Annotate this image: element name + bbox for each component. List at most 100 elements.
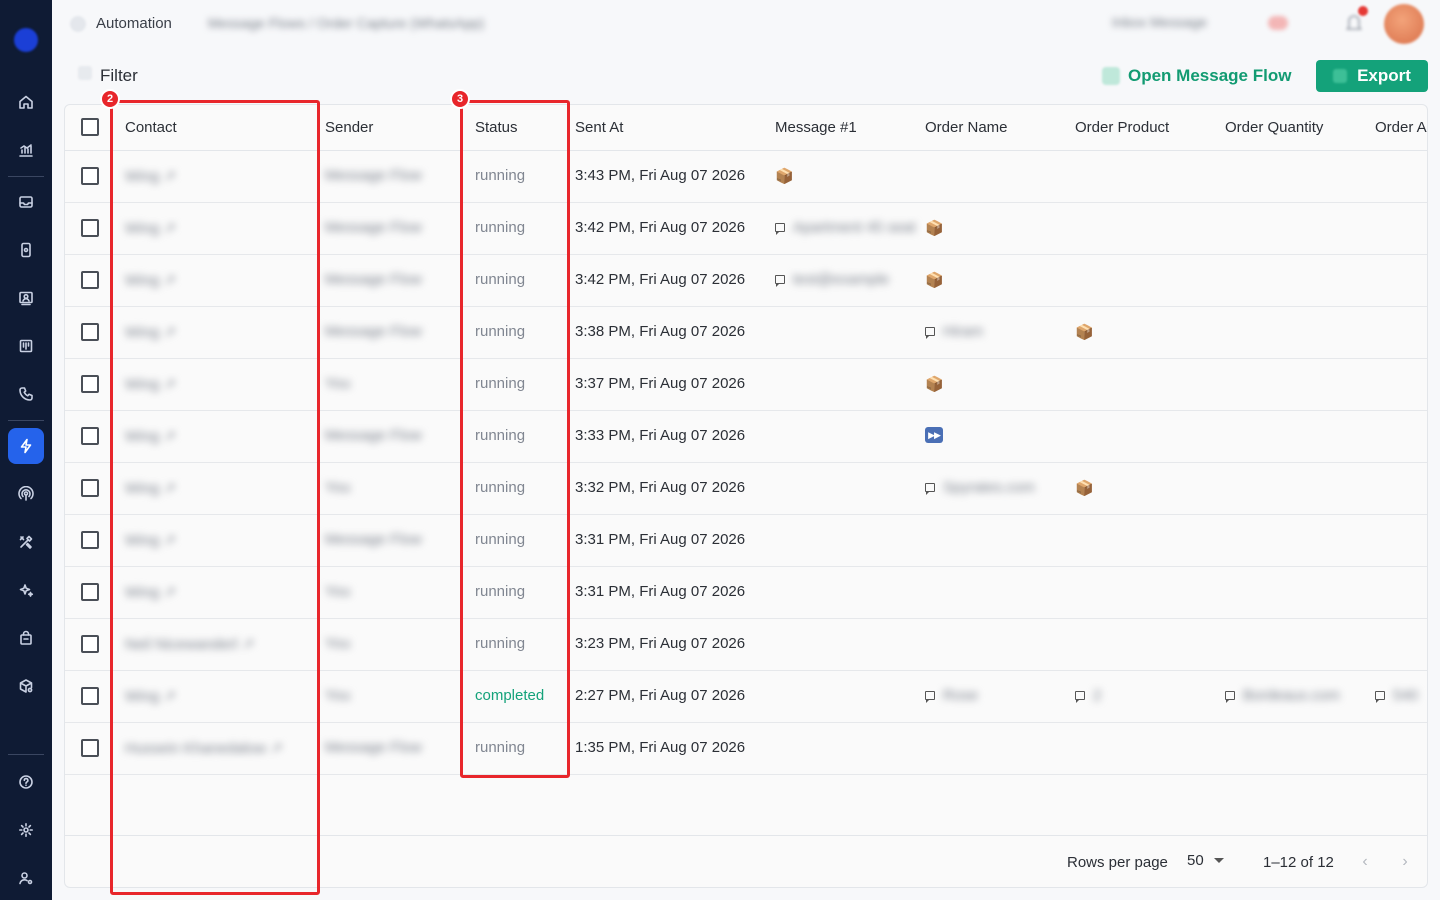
avatar[interactable] bbox=[1384, 4, 1424, 44]
row-checkbox[interactable] bbox=[81, 375, 99, 393]
row-checkbox[interactable] bbox=[81, 531, 99, 549]
broadcast-icon[interactable] bbox=[8, 476, 44, 512]
contact-cell[interactable]: Wing ↗ bbox=[125, 583, 176, 601]
board-icon[interactable] bbox=[8, 328, 44, 364]
column-header-order-name[interactable]: Order Name bbox=[925, 119, 1008, 136]
column-header-contact[interactable]: Contact bbox=[125, 119, 177, 136]
notification-badge bbox=[1358, 6, 1368, 16]
order-name-package-icon[interactable]: 📦 bbox=[925, 375, 944, 393]
table-row[interactable]: Wing ↗ Message Flow running 3:43 PM, Fri Au… bbox=[65, 151, 1427, 203]
table-row[interactable]: Wing ↗ Message Flow running 3:31 PM, Fri Au… bbox=[65, 515, 1427, 567]
table-row[interactable]: Neil Nicewanderl ↗ You running 3:23 PM, Fri… bbox=[65, 619, 1427, 671]
order-name-cell[interactable]: Spyrates.com bbox=[925, 479, 1035, 496]
breadcrumb-root[interactable]: Automation bbox=[96, 15, 172, 32]
table-row[interactable]: Wing ↗ You running 3:37 PM, Fri Aug 07 2026… bbox=[65, 359, 1427, 411]
column-header-sender[interactable]: Sender bbox=[325, 119, 373, 136]
export-button[interactable]: Export bbox=[1316, 60, 1428, 92]
row-checkbox[interactable] bbox=[81, 479, 99, 497]
select-all-checkbox[interactable] bbox=[81, 118, 99, 136]
home-icon[interactable] bbox=[8, 84, 44, 120]
contact-cell[interactable]: Wing ↗ bbox=[125, 271, 176, 289]
filter-button[interactable]: Filter bbox=[100, 66, 138, 86]
user-settings-icon[interactable] bbox=[8, 860, 44, 896]
app-logo[interactable] bbox=[14, 28, 38, 52]
row-checkbox[interactable] bbox=[81, 323, 99, 341]
row-checkbox[interactable] bbox=[81, 271, 99, 289]
row-checkbox[interactable] bbox=[81, 739, 99, 757]
table-row[interactable]: Hussein Khanedalow ↗ Message Flow running 1… bbox=[65, 723, 1427, 775]
mobile-icon[interactable] bbox=[8, 232, 44, 268]
message-1-package-icon[interactable]: 📦 bbox=[775, 167, 794, 185]
table-row[interactable]: Wing ↗ Message Flow running 3:33 PM, Fri Au… bbox=[65, 411, 1427, 463]
table-row[interactable]: Wing ↗ Message Flow running 3:38 PM, Fri Au… bbox=[65, 307, 1427, 359]
chevron-down-icon bbox=[1213, 858, 1224, 863]
sender-cell: You bbox=[325, 479, 351, 496]
contact-cell[interactable]: Hussein Khanedalow ↗ bbox=[125, 739, 283, 757]
order-address-cell[interactable]: 540 bbox=[1375, 687, 1418, 704]
order-name-package-icon[interactable]: 📦 bbox=[925, 219, 944, 237]
row-checkbox[interactable] bbox=[81, 427, 99, 445]
contact-cell[interactable]: Wing ↗ bbox=[125, 427, 176, 445]
contact-cell[interactable]: Wing ↗ bbox=[125, 479, 176, 497]
contacts-icon[interactable] bbox=[8, 280, 44, 316]
row-checkbox[interactable] bbox=[81, 167, 99, 185]
row-checkbox[interactable] bbox=[81, 635, 99, 653]
order-product-cell[interactable]: 2 bbox=[1075, 687, 1101, 704]
sent-at-cell: 3:23 PM, Fri Aug 07 2026 bbox=[575, 635, 746, 652]
package-settings-icon[interactable] bbox=[8, 668, 44, 704]
tools-icon[interactable] bbox=[8, 524, 44, 560]
column-header-order-quantity[interactable]: Order Quantity bbox=[1225, 119, 1323, 136]
contact-cell[interactable]: Neil Nicewanderl ↗ bbox=[125, 635, 254, 653]
order-name-cell[interactable]: Rose bbox=[925, 687, 978, 704]
contact-cell[interactable]: Wing ↗ bbox=[125, 375, 176, 393]
back-icon[interactable] bbox=[70, 16, 86, 32]
table-row[interactable]: Wing ↗ Message Flow running 3:42 PM, Fri Au… bbox=[65, 255, 1427, 307]
order-name-cell[interactable]: Hiram bbox=[925, 323, 983, 340]
table-row[interactable]: Wing ↗ You running 3:31 PM, Fri Aug 07 2026 bbox=[65, 567, 1427, 619]
order-product-package-icon[interactable]: 📦 bbox=[1075, 323, 1094, 341]
column-header-order-address[interactable]: Order A bbox=[1375, 119, 1427, 136]
contact-cell[interactable]: Wing ↗ bbox=[125, 687, 176, 705]
table-row[interactable]: Wing ↗ Message Flow running 3:42 PM, Fri Au… bbox=[65, 203, 1427, 255]
order-quantity-cell[interactable]: Bordeaux.com bbox=[1225, 687, 1340, 704]
message-text: 540 bbox=[1393, 687, 1419, 704]
status-cell: running bbox=[475, 479, 526, 496]
order-product-package-icon[interactable]: 📦 bbox=[1075, 479, 1094, 497]
column-header-status[interactable]: Status bbox=[475, 119, 518, 136]
contact-cell[interactable]: Wing ↗ bbox=[125, 219, 176, 237]
settings-icon[interactable] bbox=[8, 812, 44, 848]
contact-cell[interactable]: Wing ↗ bbox=[125, 323, 176, 341]
row-checkbox[interactable] bbox=[81, 219, 99, 237]
row-checkbox[interactable] bbox=[81, 583, 99, 601]
chat-bubble-icon bbox=[1225, 691, 1235, 703]
row-checkbox[interactable] bbox=[81, 687, 99, 705]
sent-at-cell: 3:42 PM, Fri Aug 07 2026 bbox=[575, 271, 746, 288]
analytics-icon[interactable] bbox=[8, 132, 44, 168]
inbox-message-link[interactable]: Inbox Message bbox=[1112, 14, 1207, 30]
shop-icon[interactable] bbox=[8, 620, 44, 656]
rows-per-page-select[interactable]: 50 bbox=[1187, 852, 1224, 869]
order-name-package-icon[interactable]: 📦 bbox=[925, 271, 944, 289]
automation-icon[interactable] bbox=[8, 428, 44, 464]
contact-cell[interactable]: Wing ↗ bbox=[125, 531, 176, 549]
order-name-cell[interactable]: ▶▶ bbox=[925, 427, 943, 443]
column-header-sent-at[interactable]: Sent At bbox=[575, 119, 623, 136]
inbox-icon[interactable] bbox=[8, 184, 44, 220]
help-icon[interactable] bbox=[8, 764, 44, 800]
table-row[interactable]: Wing ↗ You running 3:32 PM, Fri Aug 07 2026… bbox=[65, 463, 1427, 515]
message-text: test@example bbox=[793, 271, 890, 288]
contact-cell[interactable]: Wing ↗ bbox=[125, 167, 176, 185]
column-header-message-1[interactable]: Message #1 bbox=[775, 119, 857, 136]
message-text: Rose bbox=[943, 687, 979, 704]
column-header-order-product[interactable]: Order Product bbox=[1075, 119, 1169, 136]
breadcrumb-flow[interactable]: Message Flows / Order Capture (WhatsApp) bbox=[208, 15, 484, 31]
open-message-flow-button[interactable]: Open Message Flow bbox=[1102, 64, 1291, 88]
table-row[interactable]: Wing ↗ You completed 2:27 PM, Fri Aug 07 20… bbox=[65, 671, 1427, 723]
ai-icon[interactable] bbox=[8, 572, 44, 608]
message-1-cell[interactable]: test@example bbox=[775, 271, 889, 288]
filter-icon[interactable] bbox=[78, 66, 92, 80]
message-1-cell[interactable]: Apartment 45 seat bbox=[775, 219, 916, 236]
chevron-left-icon[interactable]: ‹ bbox=[1357, 852, 1373, 872]
phone-icon[interactable] bbox=[8, 376, 44, 412]
chevron-right-icon[interactable]: › bbox=[1397, 852, 1413, 872]
